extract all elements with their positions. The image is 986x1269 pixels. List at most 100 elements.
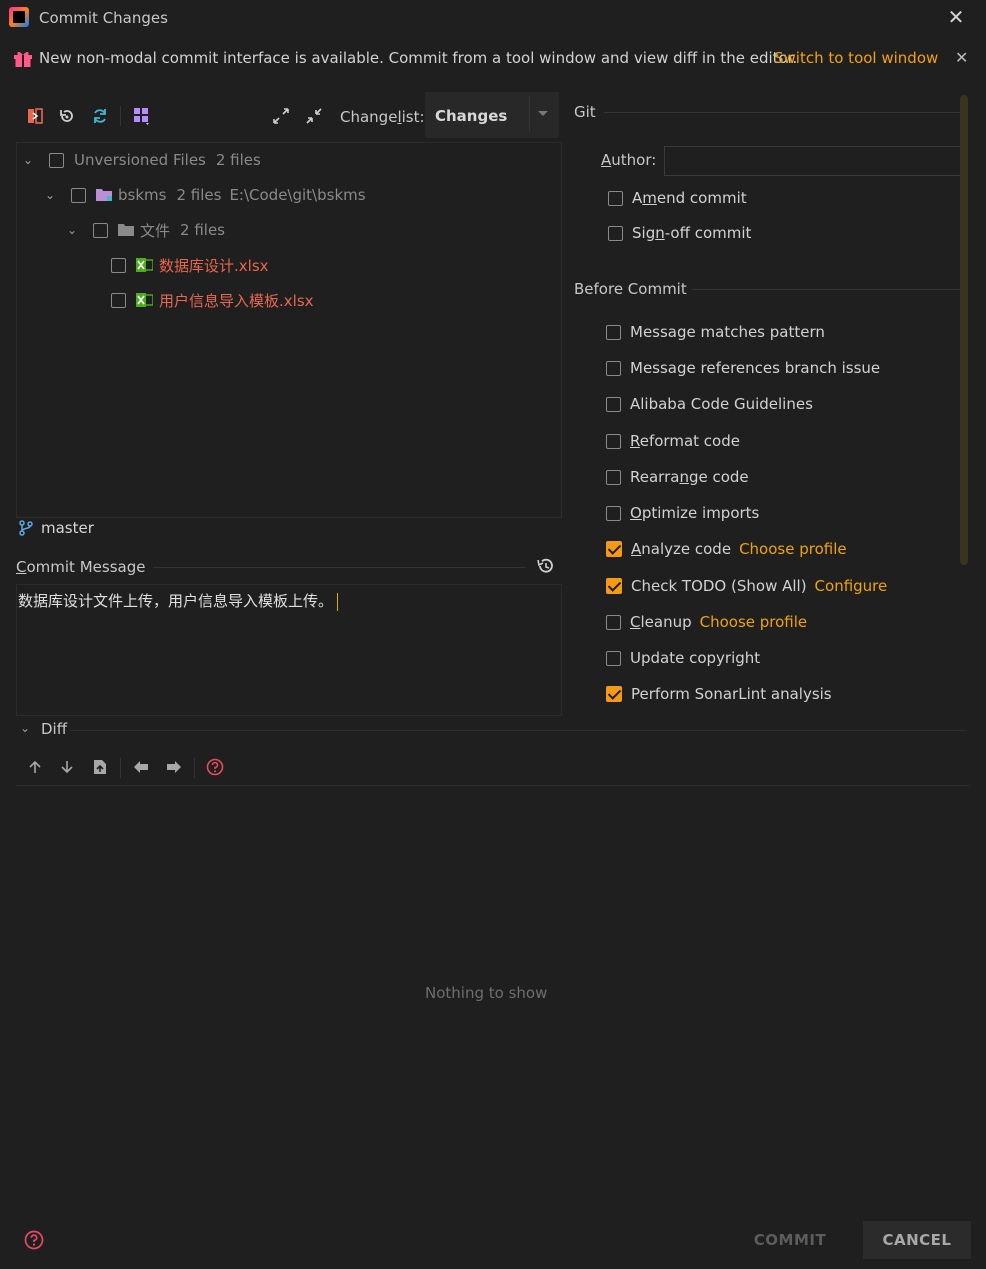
separator bbox=[153, 567, 525, 568]
checkbox-file[interactable] bbox=[111, 292, 126, 308]
message-pattern-option[interactable]: Message matches pattern bbox=[606, 323, 825, 341]
folder-icon bbox=[118, 223, 135, 237]
optimize-imports-option[interactable]: Optimize imports bbox=[606, 504, 759, 522]
rearrange-code-checkbox[interactable] bbox=[606, 469, 621, 485]
signoff-commit-checkbox[interactable] bbox=[608, 225, 623, 241]
tree-node-folder[interactable]: ⌄ 文件 2 files bbox=[67, 219, 225, 241]
excel-file-icon bbox=[136, 257, 153, 273]
cleanup-choose-profile-link[interactable]: Choose profile bbox=[700, 613, 808, 631]
chevron-down-icon[interactable]: ⌄ bbox=[23, 153, 37, 167]
rearrange-code-option[interactable]: Rearrange code bbox=[606, 468, 749, 486]
signoff-commit-option[interactable]: Sign-off commit bbox=[608, 224, 751, 242]
separator bbox=[692, 289, 960, 290]
diff-empty-text: Nothing to show bbox=[425, 984, 548, 1002]
reformat-code-option[interactable]: Reformat code bbox=[606, 432, 740, 450]
checkbox-module[interactable] bbox=[71, 187, 86, 203]
analyze-code-option[interactable]: Analyze code Choose profile bbox=[606, 540, 847, 558]
checkbox-unversioned[interactable] bbox=[49, 152, 64, 168]
amend-commit-checkbox[interactable] bbox=[608, 190, 623, 206]
changelist-label: Changelist: bbox=[340, 108, 425, 126]
help-icon[interactable] bbox=[205, 757, 225, 777]
tree-node-count: 2 files bbox=[180, 221, 225, 239]
checkbox-folder[interactable] bbox=[93, 222, 108, 238]
cancel-button[interactable]: CANCEL bbox=[863, 1221, 971, 1259]
alibaba-guidelines-option[interactable]: Alibaba Code Guidelines bbox=[606, 395, 813, 413]
todo-configure-link[interactable]: Configure bbox=[815, 577, 888, 595]
options-scrollbar[interactable] bbox=[960, 95, 968, 565]
analyze-code-checkbox[interactable] bbox=[606, 541, 622, 557]
tree-node-module[interactable]: ⌄ bskms 2 files E:\Code\git\bskms bbox=[45, 184, 366, 206]
arrow-down-icon[interactable] bbox=[57, 757, 77, 777]
jump-to-source-icon[interactable] bbox=[90, 757, 110, 777]
tree-node-label: 文件 bbox=[140, 221, 171, 240]
alibaba-guidelines-checkbox[interactable] bbox=[606, 396, 621, 412]
chevron-down-icon[interactable]: ⌄ bbox=[20, 721, 30, 735]
option-label: Optimize imports bbox=[630, 504, 760, 522]
chevron-down-icon[interactable]: ⌄ bbox=[67, 223, 81, 237]
tree-node-label: Unversioned Files bbox=[74, 151, 206, 169]
window-title: Commit Changes bbox=[39, 9, 168, 27]
before-commit-title: Before Commit bbox=[574, 280, 687, 298]
message-pattern-checkbox[interactable] bbox=[606, 324, 621, 340]
tree-node-count: 2 files bbox=[176, 186, 222, 204]
sonarlint-option[interactable]: Perform SonarLint analysis bbox=[606, 685, 832, 703]
branch-issue-option[interactable]: Message references branch issue bbox=[606, 359, 880, 377]
update-copyright-option[interactable]: Update copyright bbox=[606, 649, 760, 667]
commit-message-label: Commit Message bbox=[16, 558, 146, 576]
reformat-code-checkbox[interactable] bbox=[606, 433, 621, 449]
separator bbox=[16, 785, 970, 786]
optimize-imports-checkbox[interactable] bbox=[606, 505, 621, 521]
branch-icon bbox=[18, 520, 34, 540]
check-todo-checkbox[interactable] bbox=[606, 578, 622, 594]
check-todo-option[interactable]: Check TODO (Show All) Configure bbox=[606, 577, 887, 595]
changelist-value: Changes bbox=[435, 107, 508, 125]
tree-file-row[interactable]: 用户信息导入模板.xlsx bbox=[111, 289, 314, 311]
arrow-right-icon[interactable] bbox=[164, 757, 184, 777]
amend-commit-option[interactable]: Amend commit bbox=[608, 189, 747, 207]
banner-message: New non-modal commit interface is availa… bbox=[39, 49, 798, 67]
arrow-up-icon[interactable] bbox=[25, 757, 45, 777]
option-label: Message references branch issue bbox=[630, 359, 881, 377]
checkbox-file[interactable] bbox=[111, 257, 126, 273]
chevron-down-icon[interactable] bbox=[529, 96, 556, 132]
option-label: Check TODO (Show All) bbox=[631, 577, 807, 595]
history-icon[interactable] bbox=[535, 556, 555, 580]
author-label: Author: bbox=[601, 151, 657, 169]
rollback-icon[interactable] bbox=[56, 105, 78, 127]
branch-issue-checkbox[interactable] bbox=[606, 360, 621, 376]
file-name: 数据库设计.xlsx bbox=[159, 256, 269, 275]
commit-message-text[interactable]: 数据库设计文件上传，用户信息导入模板上传。 bbox=[18, 590, 339, 611]
cleanup-checkbox[interactable] bbox=[606, 614, 621, 630]
commit-button[interactable]: COMMIT bbox=[738, 1221, 842, 1259]
help-icon[interactable] bbox=[24, 1230, 44, 1254]
option-label: Message matches pattern bbox=[630, 323, 825, 341]
diff-section-title[interactable]: Diff bbox=[41, 720, 67, 738]
update-copyright-checkbox[interactable] bbox=[606, 650, 621, 666]
show-diff-icon[interactable] bbox=[24, 105, 46, 127]
close-icon[interactable]: ✕ bbox=[946, 6, 966, 28]
tree-node-path: E:\Code\git\bskms bbox=[229, 186, 366, 204]
expand-all-icon[interactable] bbox=[270, 105, 292, 127]
git-section-title: Git bbox=[574, 103, 596, 121]
group-by-icon[interactable] bbox=[131, 105, 153, 127]
separator bbox=[604, 112, 960, 113]
cleanup-option[interactable]: Cleanup Choose profile bbox=[606, 613, 807, 631]
gift-icon bbox=[14, 51, 32, 67]
option-label: Alibaba Code Guidelines bbox=[630, 395, 813, 413]
separator bbox=[70, 730, 966, 731]
refresh-icon[interactable] bbox=[89, 105, 111, 127]
collapse-all-icon[interactable] bbox=[303, 105, 325, 127]
switch-to-tool-window-link[interactable]: Switch to tool window bbox=[774, 49, 938, 67]
analyze-choose-profile-link[interactable]: Choose profile bbox=[739, 540, 847, 558]
option-label: Reformat code bbox=[630, 432, 740, 450]
intellij-logo-icon bbox=[9, 7, 29, 27]
arrow-left-icon[interactable] bbox=[131, 757, 151, 777]
tree-file-row[interactable]: 数据库设计.xlsx bbox=[111, 254, 269, 276]
tree-node-unversioned[interactable]: ⌄ Unversioned Files 2 files bbox=[23, 149, 261, 171]
author-input[interactable] bbox=[664, 146, 964, 176]
sonarlint-checkbox[interactable] bbox=[606, 686, 622, 702]
option-label: Rearrange code bbox=[630, 468, 749, 486]
option-label: Update copyright bbox=[630, 649, 761, 667]
chevron-down-icon[interactable]: ⌄ bbox=[45, 188, 59, 202]
banner-close-icon[interactable]: ✕ bbox=[955, 48, 968, 67]
